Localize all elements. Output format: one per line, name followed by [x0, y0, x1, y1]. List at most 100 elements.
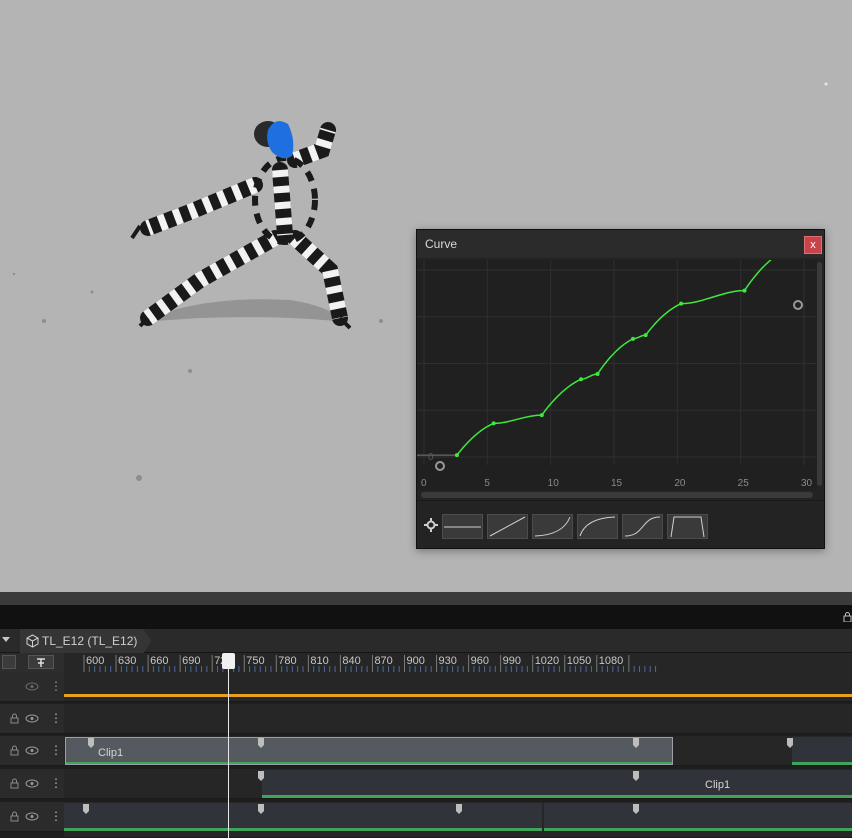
chevron-down-icon[interactable]	[2, 637, 10, 642]
curve-graph[interactable]: 0510152025305000	[417, 260, 824, 490]
curve-window[interactable]: Curve x 0510152025305000	[416, 229, 825, 549]
curve-keyframe-point[interactable]	[742, 288, 747, 293]
breadcrumb[interactable]: TL_E12 (TL_E12)	[20, 629, 151, 653]
timeline-top-strip	[0, 592, 852, 605]
more-options-icon[interactable]: ⋮	[50, 809, 62, 823]
character-model[interactable]	[130, 121, 352, 330]
clip-weight-bar	[262, 795, 852, 798]
time-ruler[interactable]: 6006306606907207507808108408709009309609…	[64, 653, 852, 672]
ruler-tick-label: 780	[278, 655, 297, 667]
curve-keyframe-point[interactable]	[454, 453, 459, 458]
clip-block[interactable]: Clip1	[65, 737, 673, 765]
preset-constant-button[interactable]	[442, 514, 483, 539]
timeline-panel: TL_E12 (TL_E12) 600630660690720750780810…	[0, 592, 852, 838]
horizontal-scrollbar[interactable]	[421, 492, 813, 498]
track-lane[interactable]	[64, 802, 852, 838]
ruler-tick-label: 1050	[566, 655, 592, 667]
ruler-tick-label: 660	[150, 655, 169, 667]
pin-icon	[37, 658, 45, 667]
ruler-tick-label: 990	[502, 655, 521, 667]
ruler-tick-label: 690	[182, 655, 201, 667]
track-header[interactable]: ⋮	[0, 704, 64, 734]
x-tick-label: 15	[611, 478, 623, 489]
curve-titlebar[interactable]: Curve x	[417, 230, 824, 258]
summary-bar	[64, 694, 852, 697]
ruler-tick-label: 630	[118, 655, 137, 667]
track-lane[interactable]	[64, 672, 852, 702]
x-tick-label: 30	[801, 478, 813, 489]
clip-block[interactable]	[792, 737, 852, 765]
track-lane[interactable]	[64, 704, 852, 734]
ruler-tick-label: 810	[310, 655, 329, 667]
eye-icon[interactable]	[25, 812, 39, 821]
track-header[interactable]: ⋮	[0, 672, 64, 702]
x-tick-label: 10	[548, 478, 560, 489]
timeline-toolbar	[0, 605, 852, 629]
lock-icon[interactable]	[843, 612, 852, 622]
ruler-tick-label: 1020	[534, 655, 560, 667]
add-track-button[interactable]	[2, 655, 16, 669]
ruler-tick-label: 1080	[598, 655, 624, 667]
ruler-tick-label: 870	[374, 655, 393, 667]
curve-keyframe-point[interactable]	[539, 413, 544, 418]
curve-keyframe-point[interactable]	[679, 301, 684, 306]
eye-icon[interactable]	[25, 746, 39, 755]
app-root: Curve x 0510152025305000	[0, 0, 852, 838]
lock-icon[interactable]	[10, 745, 19, 756]
more-options-icon[interactable]: ⋮	[50, 679, 62, 693]
playhead-handle[interactable]	[222, 653, 235, 669]
x-tick-label: 5	[484, 478, 490, 489]
eye-icon[interactable]	[25, 714, 39, 723]
eye-icon[interactable]	[25, 682, 39, 691]
vertical-scrollbar[interactable]	[817, 262, 822, 486]
preset-trapezoid-button[interactable]	[667, 514, 708, 539]
x-tick-label: 20	[674, 478, 686, 489]
x-tick-label: 25	[738, 478, 750, 489]
track-header[interactable]: ⋮	[0, 802, 64, 832]
preset-ease-in-out-button[interactable]	[622, 514, 663, 539]
lock-icon[interactable]	[10, 778, 19, 789]
clip-label: Clip1	[98, 747, 124, 759]
curve-keyframe-point[interactable]	[643, 333, 648, 338]
lock-icon[interactable]	[10, 713, 19, 724]
track-header[interactable]: ⋮	[0, 769, 64, 799]
track-header-controls	[0, 653, 64, 672]
clip-weight-bar	[66, 762, 672, 764]
clip-label: Clip1	[705, 779, 731, 791]
curve-presets-bar	[417, 500, 824, 550]
close-button[interactable]: x	[804, 236, 822, 254]
track-header[interactable]: ⋮	[0, 736, 64, 766]
lock-icon[interactable]	[10, 811, 19, 822]
curve-keyframe-point[interactable]	[595, 371, 600, 376]
ruler-tick-label: 750	[246, 655, 265, 667]
breadcrumb-bar: TL_E12 (TL_E12)	[0, 629, 852, 653]
ruler-tick-label: 840	[342, 655, 361, 667]
preset-ease-in-button[interactable]	[532, 514, 573, 539]
track-lane[interactable]: Clip1	[64, 736, 852, 766]
more-options-icon[interactable]: ⋮	[50, 711, 62, 725]
ruler-tick-label: 960	[470, 655, 489, 667]
clip-block[interactable]	[64, 803, 542, 831]
gear-icon[interactable]	[424, 518, 438, 532]
ruler-tick-label: 930	[438, 655, 457, 667]
breadcrumb-label: TL_E12 (TL_E12)	[42, 634, 138, 648]
x-tick-label: 0	[421, 478, 427, 489]
curve-keyframe-point[interactable]	[491, 421, 496, 426]
clip-block[interactable]	[544, 803, 852, 831]
ruler-tick-label: 600	[86, 655, 105, 667]
eye-icon[interactable]	[25, 779, 39, 788]
preset-ease-out-button[interactable]	[577, 514, 618, 539]
preset-linear-button[interactable]	[487, 514, 528, 539]
clip-block[interactable]: Clip1	[262, 770, 852, 798]
cube-icon	[26, 634, 39, 648]
playhead-line	[228, 653, 229, 838]
more-options-icon[interactable]: ⋮	[50, 743, 62, 757]
track-lane[interactable]: Clip1	[64, 769, 852, 799]
y-tick-label: 0	[428, 452, 434, 463]
curve-keyframe-point[interactable]	[579, 377, 584, 382]
ruler-tick-label: 900	[406, 655, 425, 667]
curve-keyframe-point[interactable]	[631, 336, 635, 341]
pin-button[interactable]	[28, 655, 54, 669]
selected-head	[267, 121, 294, 159]
more-options-icon[interactable]: ⋮	[50, 776, 62, 790]
